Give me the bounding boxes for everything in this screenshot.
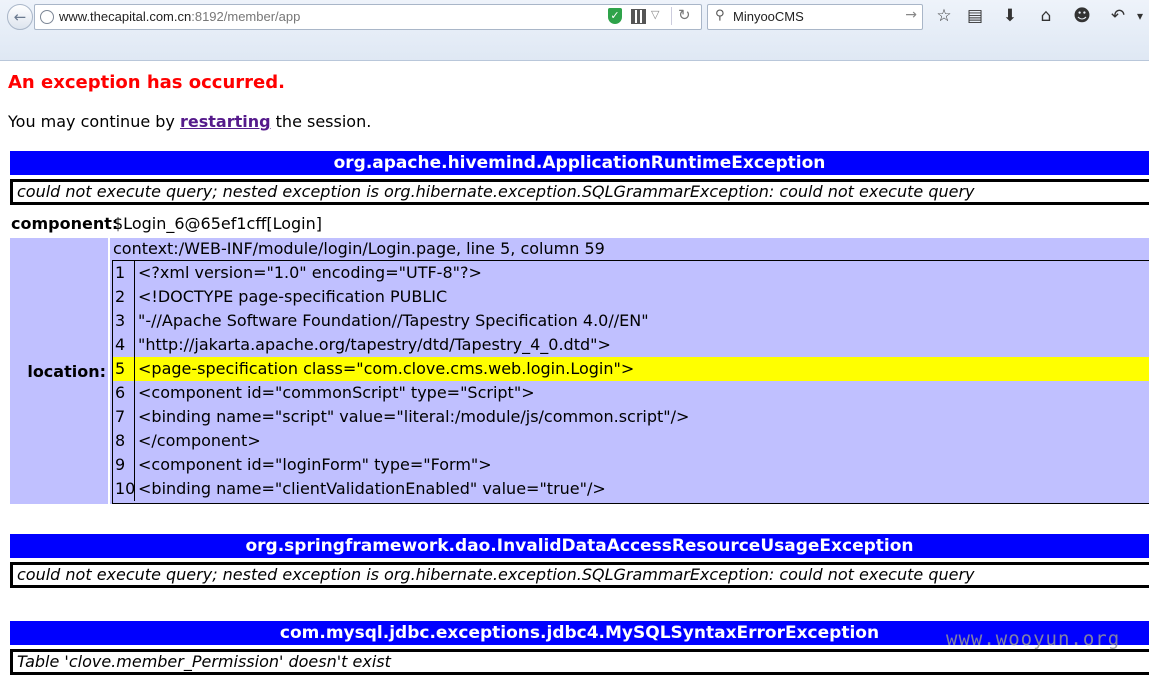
location-label-cell: location: <box>10 238 108 504</box>
code-line: 3 "-//Apache Software Foundation//Tapestr… <box>113 309 1149 333</box>
url-text: www.thecapital.com.cn:8192/member/app <box>59 9 300 24</box>
code-line: 9 <component id="loginForm" type="Form"> <box>113 453 1149 477</box>
code-text: "http://jakarta.apache.org/tapestry/dtd/… <box>138 335 611 354</box>
code-text: <page-specification class="com.clove.cms… <box>138 359 635 378</box>
line-number: 1 <box>113 261 135 285</box>
home-icon[interactable]: ⌂ <box>1035 6 1057 26</box>
divider <box>671 7 672 25</box>
exception-header: org.apache.hivemind.ApplicationRuntimeEx… <box>10 151 1149 175</box>
location-label: location: <box>27 362 106 381</box>
continue-suffix: the session. <box>275 112 372 131</box>
search-bar[interactable]: ⚲ MinyooCMS → <box>707 4 923 30</box>
code-text: <?xml version="1.0" encoding="UTF-8"?> <box>138 263 482 282</box>
location-value-cell: context:/WEB-INF/module/login/Login.page… <box>110 238 1149 504</box>
download-icon[interactable]: ⬇ <box>999 6 1021 26</box>
code-text: <component id="loginForm" type="Form"> <box>138 455 492 474</box>
more-icon[interactable]: ▾ <box>1133 6 1147 26</box>
line-number: 4 <box>113 333 135 357</box>
code-line-highlighted: 5 <page-specification class="com.clove.cm… <box>113 357 1149 381</box>
line-number: 10 <box>113 477 135 501</box>
line-number: 7 <box>113 405 135 429</box>
code-text: <binding name="clientValidationEnabled" … <box>138 479 606 498</box>
shield-icon[interactable]: ✓ <box>608 8 622 24</box>
search-icon: ⚲ <box>715 8 725 23</box>
smiley-icon[interactable]: ☻ <box>1071 6 1093 26</box>
reload-icon[interactable]: ↻ <box>678 6 691 24</box>
restart-link[interactable]: restarting <box>180 112 271 131</box>
watermark: www.wooyun.org <box>946 628 1121 650</box>
component-label: component: <box>11 214 119 233</box>
code-line: 7 <binding name="script" value="literal:/… <box>113 405 1149 429</box>
component-value: $Login_6@65ef1cff[Login] <box>113 214 323 233</box>
line-number: 3 <box>113 309 135 333</box>
exception-header: org.springframework.dao.InvalidDataAcces… <box>10 534 1149 558</box>
go-icon[interactable]: → <box>905 7 917 23</box>
back-icon[interactable]: ← <box>7 4 33 30</box>
search-input[interactable]: MinyooCMS <box>733 9 804 24</box>
code-line: 10 <binding name="clientValidationEnabled… <box>113 477 1149 501</box>
code-text: <!DOCTYPE page-specification PUBLIC <box>138 287 448 306</box>
address-bar[interactable]: www.thecapital.com.cn:8192/member/app ✓ … <box>34 4 702 30</box>
code-line: 6 <component id="commonScript" type="Scri… <box>113 381 1149 405</box>
source-code-listing: 1 <?xml version="1.0" encoding="UTF-8"?> … <box>112 260 1149 504</box>
exception-message: could not execute query; nested exceptio… <box>10 562 1149 588</box>
dropdown-icon[interactable]: ▽ <box>651 8 659 21</box>
url-host: www.thecapital.com.cn <box>59 9 192 24</box>
line-number: 5 <box>113 357 135 381</box>
line-number: 8 <box>113 429 135 453</box>
bookmarks-list-icon[interactable]: ▤ <box>964 6 986 26</box>
undo-icon[interactable]: ↶ <box>1107 6 1129 26</box>
error-title: An exception has occurred. <box>8 72 285 93</box>
code-text: <component id="commonScript" type="Scrip… <box>138 383 535 402</box>
url-path: :8192/member/app <box>191 9 301 24</box>
code-line: 2 <!DOCTYPE page-specification PUBLIC <box>113 285 1149 309</box>
code-text: </component> <box>138 431 261 450</box>
code-text: "-//Apache Software Foundation//Tapestry… <box>138 311 649 330</box>
error-page: An exception has occurred. You may conti… <box>0 61 1149 675</box>
code-line: 4 "http://jakarta.apache.org/tapestry/dtd… <box>113 333 1149 357</box>
line-number: 6 <box>113 381 135 405</box>
globe-icon <box>40 10 54 24</box>
browser-toolbar: ← www.thecapital.com.cn:8192/member/app … <box>0 0 1149 61</box>
exception-message: could not execute query; nested exceptio… <box>10 179 1149 205</box>
code-line: 8 </component> <box>113 429 1149 453</box>
qr-code-icon[interactable] <box>631 9 646 24</box>
bookmark-star-icon[interactable]: ☆ <box>933 6 955 26</box>
continue-message: You may continue by restarting the sessi… <box>8 112 371 131</box>
continue-prefix: You may continue by <box>8 112 175 131</box>
line-number: 9 <box>113 453 135 477</box>
code-text: <binding name="script" value="literal:/m… <box>138 407 690 426</box>
code-line: 1 <?xml version="1.0" encoding="UTF-8"?> <box>113 261 1149 285</box>
line-number: 2 <box>113 285 135 309</box>
exception-message: Table 'clove.member_Permission' doesn't … <box>10 649 1149 675</box>
location-path: context:/WEB-INF/module/login/Login.page… <box>113 239 605 258</box>
